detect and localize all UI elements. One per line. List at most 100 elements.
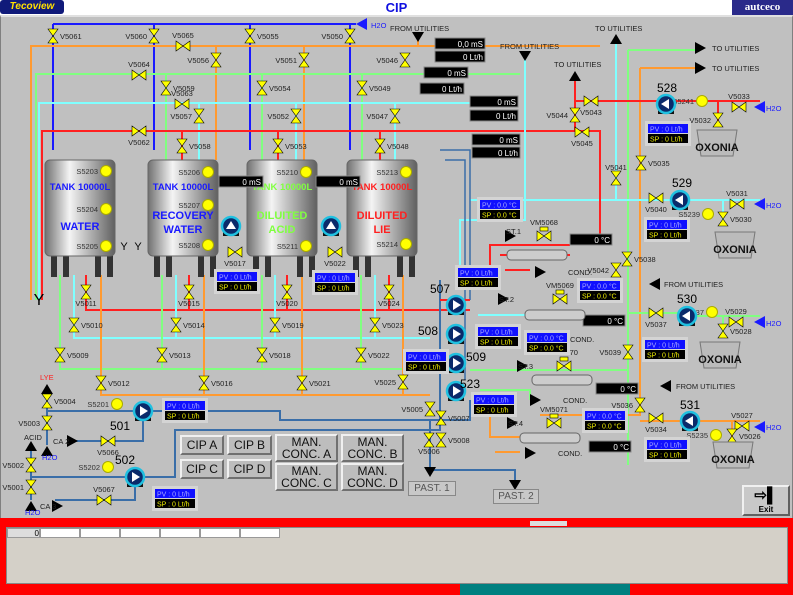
valve-V5005[interactable]: V5005 (401, 401, 436, 417)
man-conc-d-button[interactable]: MAN. CONC. D (341, 463, 404, 491)
alarm-column-header[interactable] (200, 528, 240, 538)
valve-V5006[interactable]: V5006 (418, 432, 440, 456)
valve-V5051[interactable]: V5051 (275, 52, 310, 68)
alarm-column-header[interactable] (80, 528, 120, 538)
past-1-button[interactable]: PAST. 1 (408, 481, 456, 496)
pump-501[interactable] (132, 400, 154, 422)
pump-tank-2[interactable] (320, 215, 342, 237)
man-conc-c-button[interactable]: MAN. CONC. C (275, 463, 338, 491)
valve-VM5069[interactable]: VM5069 (546, 281, 574, 305)
sensor-label: S5201 (87, 400, 109, 409)
pump-507[interactable] (445, 294, 467, 316)
valve-V5019[interactable]: V5019 (269, 317, 304, 333)
valve-V5063[interactable]: V5063 (171, 89, 193, 110)
pump-531[interactable] (679, 410, 701, 432)
valve-V5030[interactable]: V5030 (717, 211, 752, 227)
valve-V5062[interactable]: V5062 (128, 125, 150, 147)
valve-V5064[interactable]: V5064 (128, 60, 150, 81)
valve-V5034[interactable]: V5034 (645, 412, 667, 434)
cip-c-button[interactable]: CIP C (180, 459, 224, 479)
pump-528[interactable] (655, 93, 677, 115)
valve-V5007[interactable]: V5007 (435, 410, 470, 426)
valve-V5057[interactable]: V5057 (170, 108, 205, 124)
valve-V5026[interactable]: V5026 (726, 428, 761, 444)
valve-V5032[interactable]: V5032 (689, 112, 724, 128)
alarm-column-header[interactable] (240, 528, 280, 538)
valve-V5016[interactable]: V5016 (198, 375, 233, 391)
tank-1[interactable] (44, 159, 116, 277)
valve-V5054[interactable]: V5054 (256, 80, 291, 96)
cip-b-button[interactable]: CIP B (227, 435, 272, 455)
valve-V5010[interactable]: V5010 (68, 317, 103, 333)
valve-V5014[interactable]: V5014 (170, 317, 205, 333)
valve-V5043[interactable]: V5043 (580, 95, 602, 117)
man-conc-a-button[interactable]: MAN. CONC. A (275, 434, 338, 462)
valve-V5067[interactable]: V5067 (93, 485, 115, 506)
alarm-column-header[interactable] (40, 528, 80, 538)
valve-V5060[interactable]: V5060 (125, 28, 160, 44)
valve-V5058[interactable]: V5058 (176, 138, 211, 154)
valve-V5018[interactable]: V5018 (256, 347, 291, 363)
valve-V5044[interactable]: V5044 (546, 107, 581, 123)
valve-VM5071[interactable]: VM5071 (540, 405, 568, 429)
valve-V5003[interactable]: V5003 (18, 415, 53, 431)
valve-V5050[interactable]: V5050 (321, 28, 356, 44)
pump-529[interactable] (669, 189, 691, 211)
valve-V5037[interactable]: V5037 (645, 307, 667, 329)
valve-V5049[interactable]: V5049 (356, 80, 391, 96)
pump-508[interactable] (445, 323, 467, 345)
alarm-column-header[interactable] (160, 528, 200, 538)
valve-V5017[interactable]: V5017 (224, 246, 246, 268)
pump-502[interactable] (124, 466, 146, 488)
valve-V5009[interactable]: V5009 (54, 347, 89, 363)
valve-V5025[interactable]: V5025 (374, 374, 409, 390)
valve-V5039[interactable]: V5039 (599, 344, 634, 360)
valve-V5020[interactable]: V5020 (276, 284, 298, 308)
pump-tank-1[interactable] (220, 215, 242, 237)
alarm-panel-handle[interactable] (530, 521, 567, 526)
valve-V5041[interactable]: V5041 (605, 163, 627, 186)
valve-V5047[interactable]: V5047 (366, 108, 401, 124)
pump-509[interactable] (445, 352, 467, 374)
valve-V5061[interactable]: V5061 (47, 28, 82, 44)
valve-V5023[interactable]: V5023 (369, 317, 404, 333)
valve-V5024[interactable]: V5024 (378, 284, 400, 308)
valve-V5042[interactable]: V5042 (587, 262, 622, 278)
valve-V5022[interactable]: V5022 (324, 246, 346, 268)
valve-V5053[interactable]: V5053 (272, 138, 307, 154)
valve-V5040[interactable]: V5040 (645, 192, 667, 214)
valve-V5012[interactable]: V5012 (95, 375, 130, 391)
valve-V5038[interactable]: V5038 (621, 251, 656, 267)
valve-V5055[interactable]: V5055 (244, 28, 279, 44)
alarm-scrollbar[interactable] (460, 584, 630, 595)
valve-V5002[interactable]: V5002 (2, 457, 37, 473)
past-2-button[interactable]: PAST. 2 (493, 489, 539, 504)
valve-V5052[interactable]: V5052 (267, 108, 302, 124)
exit-button[interactable]: ⇨▌ Exit (742, 485, 790, 516)
cip-d-button[interactable]: CIP D (227, 459, 272, 479)
valve-V5008[interactable]: V5008 (435, 432, 470, 448)
valve-V5046[interactable]: V5046 (376, 52, 411, 68)
cip-a-button[interactable]: CIP A (180, 435, 224, 455)
alarm-column-header[interactable] (120, 528, 160, 538)
valve-VM5068[interactable]: VM5068 (530, 218, 558, 242)
valve-V5065[interactable]: V5065 (172, 31, 194, 52)
valve-icon (148, 35, 160, 44)
valve-V5011[interactable]: V5011 (75, 284, 97, 308)
valve-icon (272, 145, 284, 154)
valve-V5004[interactable]: V5004 (41, 393, 76, 409)
valve-V5013[interactable]: V5013 (156, 347, 191, 363)
valve-V5048[interactable]: V5048 (374, 138, 409, 154)
valve-V5022[interactable]: V5022 (355, 347, 390, 363)
valve-V5035[interactable]: V5035 (635, 155, 670, 171)
valve-V5056[interactable]: V5056 (187, 52, 222, 68)
valve-V5001[interactable]: V5001 (2, 479, 37, 495)
valve-V5015[interactable]: V5015 (178, 284, 200, 308)
valve-V5028[interactable]: V5028 (717, 323, 752, 339)
heat-exchanger-icon (524, 309, 586, 321)
man-conc-b-button[interactable]: MAN. CONC. B (341, 434, 404, 462)
alarm-column-header[interactable]: 0 (7, 528, 40, 538)
pump-530[interactable] (676, 305, 698, 327)
valve-V5021[interactable]: V5021 (296, 375, 331, 391)
valve-V5066[interactable]: V5066 (97, 435, 119, 457)
